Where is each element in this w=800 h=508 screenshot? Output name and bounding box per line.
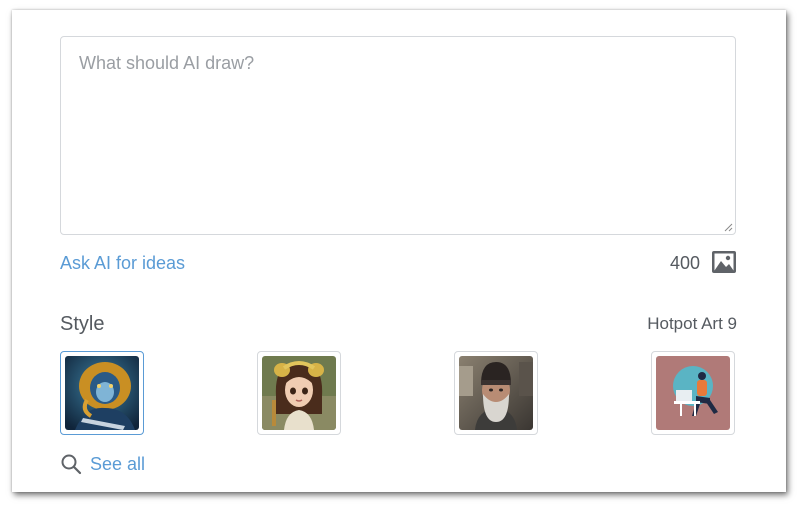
prompt-input[interactable]	[61, 37, 735, 234]
ask-ai-ideas-link[interactable]: Ask AI for ideas	[60, 253, 185, 274]
style-thumbnail-man[interactable]	[454, 351, 538, 435]
lion-warrior-image	[65, 356, 139, 430]
see-all-label: See all	[90, 453, 146, 474]
cartoon-girl-image	[262, 356, 336, 430]
style-thumbnail-lion[interactable]	[60, 351, 144, 435]
style-thumbnail-illustration[interactable]	[651, 351, 735, 435]
style-thumbnail-girl[interactable]	[257, 351, 341, 435]
bearded-man-image	[459, 356, 533, 430]
selected-style-name: Hotpot Art 9	[647, 314, 737, 333]
character-count: 400	[669, 253, 700, 273]
image-upload-icon[interactable]	[711, 250, 737, 274]
person-laptop-illustration-image	[656, 356, 730, 430]
prompt-panel: Ask AI for ideas 400 Style Hotpot Art 9	[12, 10, 786, 492]
see-all-link[interactable]: See all	[60, 453, 145, 475]
search-icon	[61, 454, 82, 475]
style-label: Style	[60, 313, 105, 335]
prompt-box	[60, 36, 736, 235]
resize-handle-icon[interactable]	[723, 222, 733, 232]
